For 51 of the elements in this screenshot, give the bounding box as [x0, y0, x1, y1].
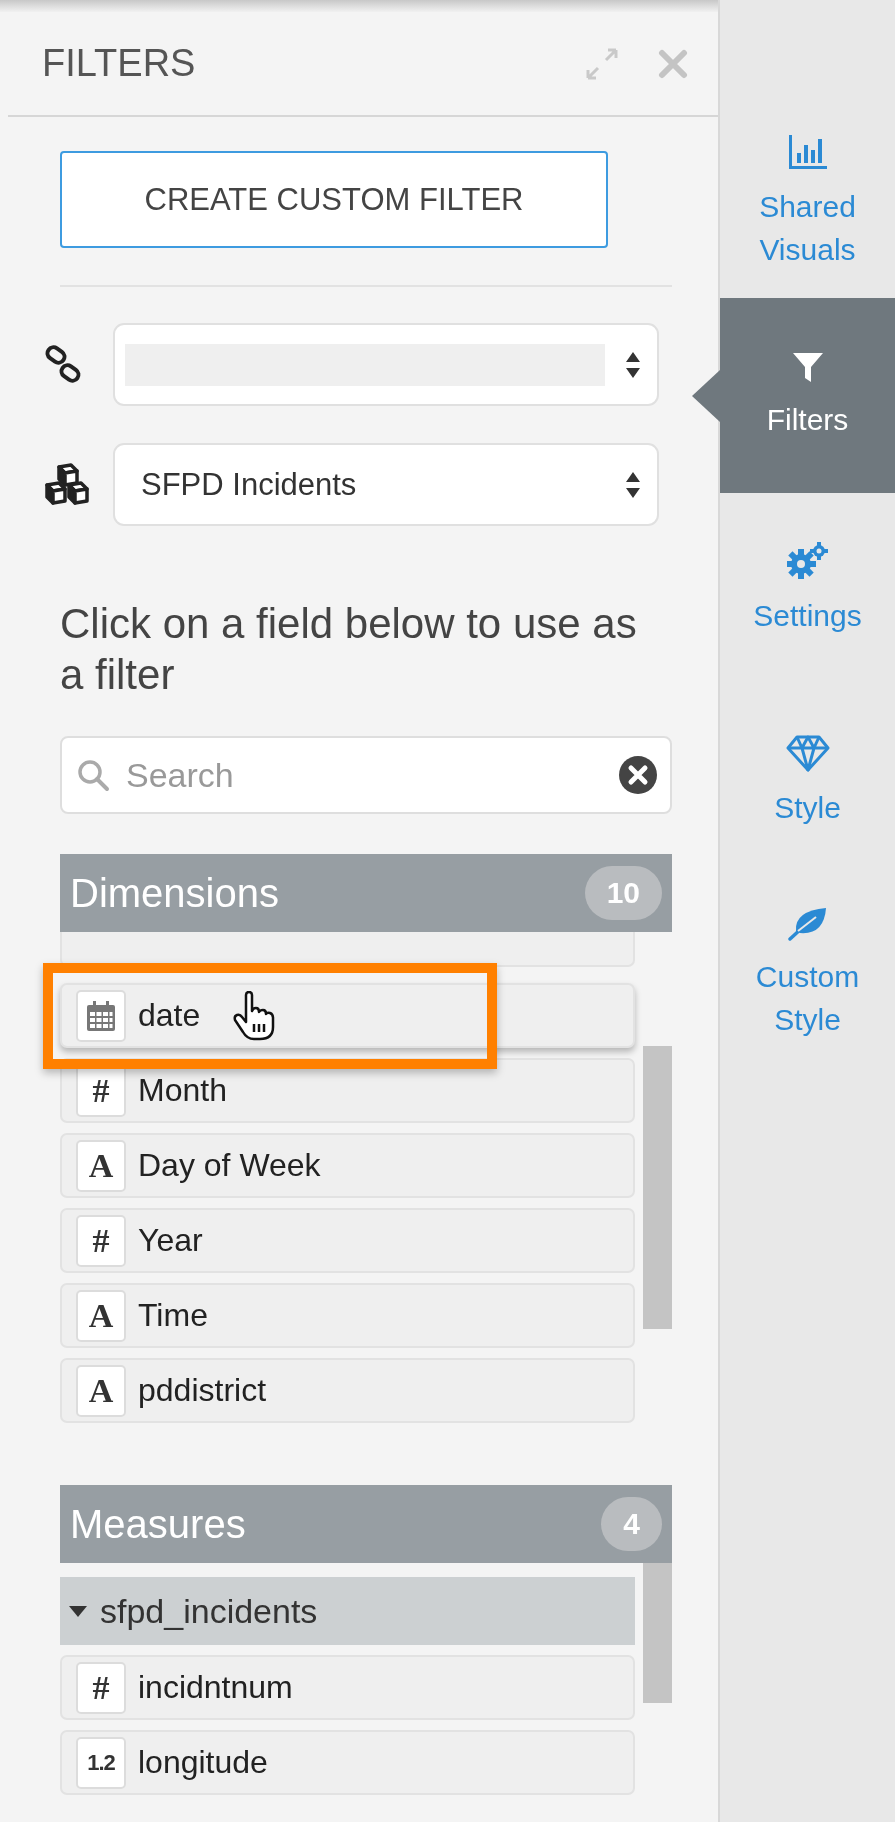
search-field[interactable]: Search	[60, 736, 672, 814]
search-icon	[76, 758, 110, 792]
type-glyph: #	[76, 1661, 126, 1714]
gears-icon	[786, 541, 829, 580]
field-label: Year	[138, 1222, 203, 1259]
leaf-icon	[787, 905, 828, 941]
field-label: Day of Week	[138, 1147, 321, 1184]
field-item[interactable]: 1.2 longitude	[60, 1730, 635, 1795]
type-glyph: A	[76, 1289, 126, 1342]
count-badge: 10	[584, 866, 662, 920]
field-item[interactable]: A pddistrict	[60, 1358, 635, 1423]
field-label: Time	[138, 1297, 208, 1334]
field-label: longitude	[138, 1744, 268, 1781]
field-item[interactable]: date	[60, 983, 635, 1048]
filter-icon	[790, 350, 825, 384]
group-row[interactable]: sfpd_incidents	[60, 1577, 635, 1645]
group-label: sfpd_incidents	[100, 1591, 318, 1631]
type-glyph: A	[76, 1364, 126, 1417]
field-label: incidntnum	[138, 1669, 293, 1706]
cubes-icon	[43, 462, 91, 507]
tab-pointer	[692, 370, 720, 422]
select-value: SFPD Incidents	[140, 466, 358, 503]
field-label: pddistrict	[138, 1372, 267, 1409]
field-item[interactable]: A Day of Week	[60, 1133, 635, 1198]
field-item[interactable]: A Time	[60, 1283, 635, 1348]
field-label: Month	[138, 1072, 227, 1109]
panel-title: FILTERS	[42, 42, 196, 85]
dropdown[interactable]: SFPD Incidents	[113, 443, 659, 526]
link-icon	[43, 344, 83, 385]
scrollbar-thumb[interactable]	[643, 1046, 672, 1329]
scrollbar-thumb[interactable]	[643, 1563, 672, 1703]
hand-pointer-icon	[232, 990, 277, 1041]
instruction-text: Click on a field below to use as a filter	[60, 599, 638, 700]
field-item[interactable]	[60, 932, 635, 967]
section-title: Dimensions	[70, 870, 279, 916]
close-icon[interactable]	[658, 48, 688, 79]
section-title: Measures	[70, 1501, 246, 1547]
field-item[interactable]: # incidntnum	[60, 1655, 635, 1720]
count-badge: 4	[601, 1497, 662, 1551]
create-filter-button[interactable]: CREATE CUSTOM FILTER	[60, 151, 608, 248]
field-label: date	[138, 997, 201, 1034]
field-item[interactable]: # Year	[60, 1208, 635, 1273]
bar-chart-icon	[786, 133, 829, 171]
diamond-icon	[785, 733, 830, 772]
type-glyph: 1.2	[76, 1736, 126, 1789]
sidebar-tab[interactable]: Filters	[720, 298, 895, 493]
dropdown[interactable]	[113, 323, 659, 406]
type-glyph: #	[76, 1214, 126, 1267]
calendar-icon	[84, 998, 118, 1033]
clear-icon[interactable]	[618, 755, 658, 795]
type-glyph: A	[76, 1139, 126, 1192]
